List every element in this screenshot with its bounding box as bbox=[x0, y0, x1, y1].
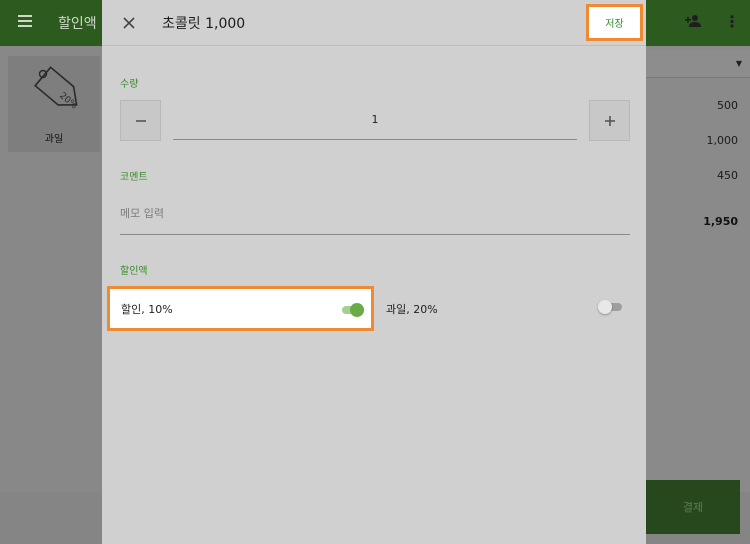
discount-item-label: 할인, 10% bbox=[121, 302, 173, 316]
tag-text: 20% bbox=[57, 91, 79, 112]
close-icon[interactable] bbox=[118, 12, 140, 34]
dialog-header: 초콜릿 1,000 저장 bbox=[102, 0, 646, 46]
order-line-value: 500 bbox=[717, 99, 738, 112]
plus-icon bbox=[604, 115, 615, 126]
discount-item[interactable]: 할인, 10% bbox=[107, 286, 374, 331]
save-button[interactable]: 저장 bbox=[586, 4, 643, 41]
pay-button[interactable]: 결제 bbox=[646, 480, 740, 534]
item-edit-dialog: 초콜릿 1,000 저장 수량 1 코멘트 메모 입력 할인액 할인, 10% … bbox=[102, 0, 646, 544]
product-card[interactable]: 20% 과일 bbox=[8, 56, 100, 152]
comment-label: 코멘트 bbox=[120, 172, 148, 183]
memo-input[interactable]: 메모 입력 bbox=[120, 199, 630, 235]
product-card-label: 과일 bbox=[44, 134, 64, 145]
order-line-value: 450 bbox=[717, 169, 738, 182]
add-person-icon[interactable] bbox=[684, 14, 702, 32]
discount-toggle[interactable] bbox=[598, 300, 622, 314]
order-dropdown[interactable]: ▼ bbox=[646, 50, 750, 78]
discount-label: 할인액 bbox=[120, 266, 148, 277]
dropdown-arrow-icon: ▼ bbox=[735, 59, 742, 68]
minus-icon bbox=[135, 119, 146, 122]
decrease-quantity-button[interactable] bbox=[120, 100, 161, 141]
discount-item[interactable]: 과일, 20% bbox=[384, 286, 628, 331]
order-total: 1,950 bbox=[703, 215, 738, 228]
increase-quantity-button[interactable] bbox=[589, 100, 630, 141]
discount-item-label: 과일, 20% bbox=[386, 302, 438, 316]
more-vert-icon[interactable]: ⋮ bbox=[724, 12, 740, 31]
quantity-label: 수량 bbox=[120, 79, 139, 90]
quantity-input[interactable]: 1 bbox=[173, 104, 577, 140]
dialog-title: 초콜릿 1,000 bbox=[162, 16, 246, 32]
discount-toggle[interactable] bbox=[340, 303, 364, 317]
menu-icon[interactable] bbox=[18, 12, 38, 32]
order-line-value: 1,000 bbox=[706, 134, 739, 147]
app-title: 할인액 bbox=[58, 16, 97, 32]
order-panel bbox=[646, 46, 750, 492]
price-tag-icon: 20% bbox=[34, 66, 79, 112]
